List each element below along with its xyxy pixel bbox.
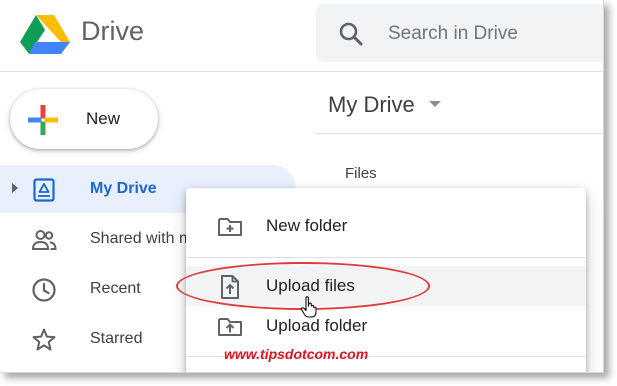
my-drive-icon [33, 178, 55, 202]
header-divider [0, 71, 603, 72]
menu-item-new-folder[interactable]: New folder [186, 206, 586, 246]
drive-window: Drive Search in Drive New My Drive Share… [0, 0, 604, 373]
search-input[interactable]: Search in Drive [388, 23, 518, 45]
menu-item-label: New folder [266, 216, 348, 235]
star-icon [32, 328, 56, 351]
sidebar-item-label: Shared with me [90, 230, 202, 247]
menu-item-label: Upload folder [266, 316, 368, 335]
sidebar-item-label: Starred [90, 330, 143, 347]
chevron-down-icon[interactable] [429, 101, 441, 107]
sidebar-item-label: My Drive [90, 180, 157, 197]
watermark: www.tipsdotcom.com [224, 346, 369, 362]
menu-divider [186, 257, 586, 258]
google-drive-logo-icon[interactable] [20, 14, 70, 54]
upload-folder-icon [218, 318, 242, 336]
search-icon[interactable] [338, 21, 364, 47]
page-title[interactable]: My Drive [328, 92, 415, 118]
multicolor-plus-icon [28, 105, 58, 135]
search-bar[interactable]: Search in Drive [316, 4, 603, 62]
app-title: Drive [81, 16, 145, 46]
sidebar-item-label: Recent [90, 280, 141, 297]
expand-caret-icon[interactable] [12, 183, 18, 193]
new-button-label: New [86, 109, 121, 128]
hand-pointer-cursor-icon [300, 296, 317, 318]
new-folder-icon [218, 218, 242, 236]
shared-people-icon [31, 230, 57, 250]
clock-icon [32, 278, 56, 302]
menu-item-upload-folder[interactable]: Upload folder [186, 306, 586, 346]
main-divider [316, 133, 603, 134]
new-button[interactable]: New [10, 89, 158, 149]
section-label-files: Files [345, 165, 377, 182]
